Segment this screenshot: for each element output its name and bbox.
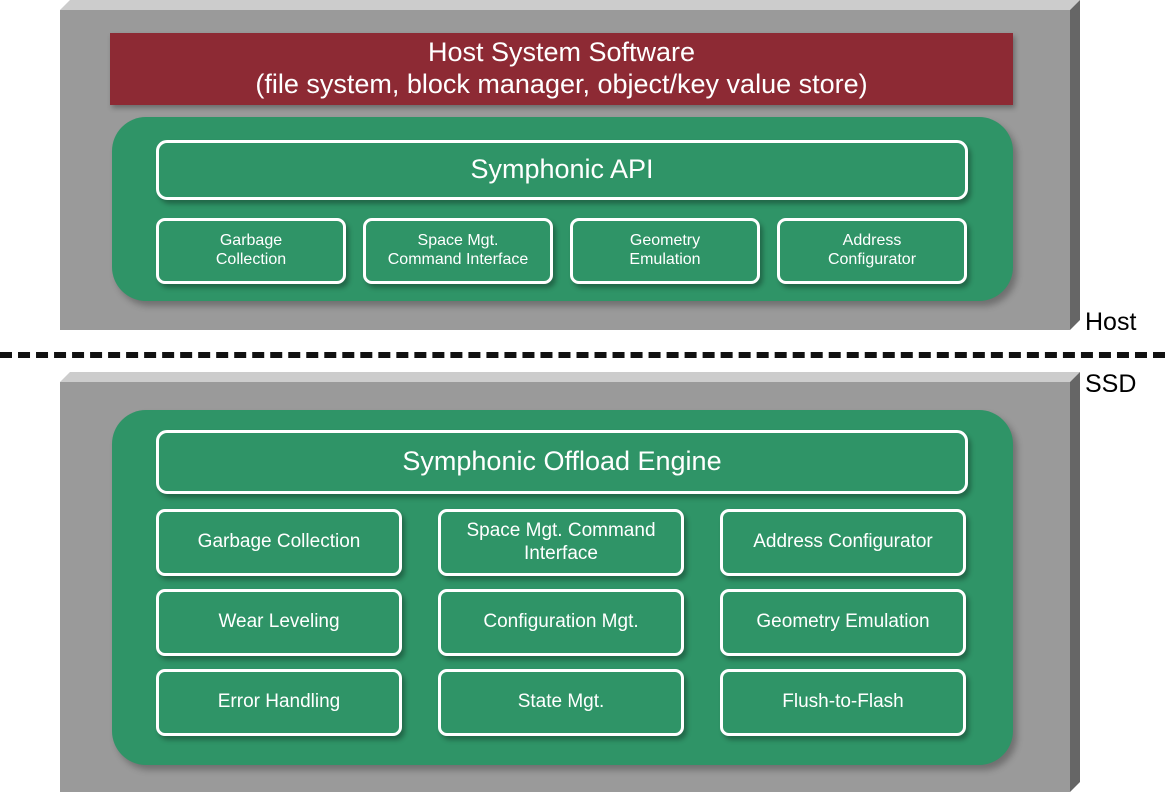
host-module-2-line2: Emulation	[629, 251, 701, 268]
ssd-module-geometry-emulation: Geometry Emulation	[720, 589, 966, 656]
ssd-module-4-label: Configuration Mgt.	[483, 611, 639, 633]
host-banner-line2: (file system, block manager, object/key …	[255, 69, 868, 99]
ssd-module-2-label: Address Configurator	[753, 531, 933, 553]
host-slab-top-bevel	[60, 0, 1080, 10]
ssd-module-5-label: Geometry Emulation	[756, 611, 930, 633]
host-ssd-divider	[0, 352, 1165, 358]
symphonic-offload-engine-label: Symphonic Offload Engine	[402, 446, 722, 477]
host-slab-right-bevel	[1070, 0, 1080, 330]
ssd-side-label: SSD	[1085, 370, 1137, 398]
ssd-module-0-label: Garbage Collection	[197, 531, 361, 553]
ssd-module-8-label: Flush-to-Flash	[782, 691, 904, 713]
ssd-module-3-label: Wear Leveling	[218, 611, 340, 633]
ssd-module-garbage-collection: Garbage Collection	[156, 509, 402, 576]
host-module-0-line1: Garbage	[219, 232, 283, 250]
symphonic-api-box: Symphonic API	[156, 140, 968, 200]
host-module-3-line2: Configurator	[827, 251, 917, 268]
host-system-software-banner: Host System Software (file system, block…	[110, 33, 1013, 105]
host-module-geometry-emulation: Geometry Emulation	[570, 218, 760, 284]
ssd-module-7-label: State Mgt.	[517, 691, 605, 713]
host-module-address-configurator: Address Configurator	[777, 218, 967, 284]
host-module-0-line2: Collection	[215, 251, 287, 268]
host-module-1-line2: Command Interface	[387, 251, 529, 268]
symphonic-offload-engine-box: Symphonic Offload Engine	[156, 430, 968, 494]
host-module-space-mgt-command-interface: Space Mgt. Command Interface	[363, 218, 553, 284]
host-module-1-line1: Space Mgt.	[417, 232, 499, 250]
host-module-3-line1: Address	[842, 232, 902, 250]
ssd-module-configuration-mgt: Configuration Mgt.	[438, 589, 684, 656]
ssd-module-flush-to-flash: Flush-to-Flash	[720, 669, 966, 736]
ssd-slab-top-bevel	[60, 372, 1080, 382]
ssd-module-address-configurator: Address Configurator	[720, 509, 966, 576]
ssd-module-space-mgt-command-interface: Space Mgt. Command Interface	[438, 509, 684, 576]
host-module-garbage-collection: Garbage Collection	[156, 218, 346, 284]
host-banner-line1: Host System Software	[427, 37, 696, 68]
symphonic-api-label: Symphonic API	[470, 154, 654, 185]
ssd-module-error-handling: Error Handling	[156, 669, 402, 736]
ssd-module-1-label: Space Mgt. Command Interface	[466, 520, 656, 564]
ssd-module-wear-leveling: Wear Leveling	[156, 589, 402, 656]
host-module-2-line1: Geometry	[629, 232, 701, 250]
ssd-slab-right-bevel	[1070, 372, 1080, 792]
ssd-module-6-label: Error Handling	[217, 691, 341, 713]
host-side-label: Host	[1085, 308, 1137, 336]
ssd-module-state-mgt: State Mgt.	[438, 669, 684, 736]
